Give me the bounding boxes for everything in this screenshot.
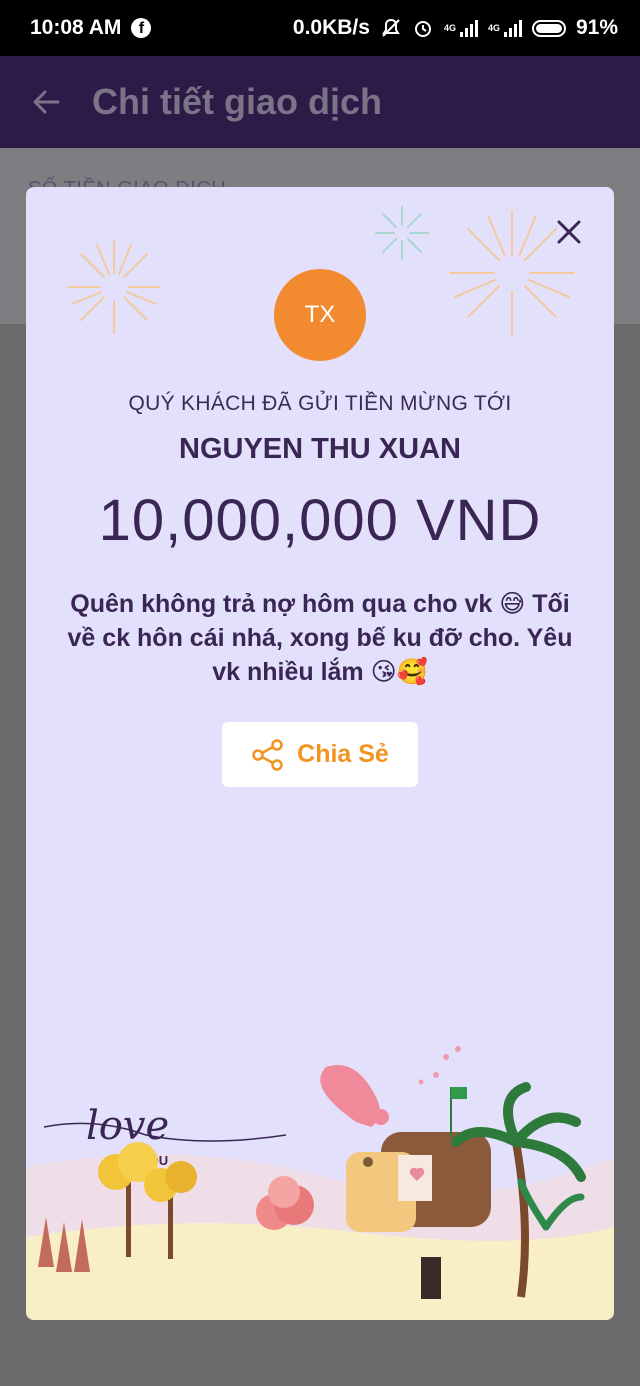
share-button-label: Chia Sẻ	[297, 740, 389, 768]
network-type-2: 4G	[487, 23, 500, 33]
love-illustration: love YOU	[26, 1046, 614, 1320]
close-icon[interactable]	[554, 217, 584, 247]
page-title: Chi tiết giao dịch	[92, 81, 383, 122]
share-button[interactable]: Chia Sẻ	[222, 722, 418, 787]
sent-label: QUÝ KHÁCH ĐÃ GỬI TIỀN MỪNG TỚI	[128, 392, 512, 415]
network-speed: 0.0KB/s	[292, 16, 370, 39]
love-text: love	[86, 1103, 169, 1149]
firework-small-decoration	[375, 206, 429, 260]
status-bar: 10:08 AM f 0.0KB/s 4G 4G 91%	[0, 0, 640, 56]
signal-icon-1	[459, 19, 478, 37]
share-icon	[252, 738, 283, 771]
back-arrow-icon[interactable]	[30, 86, 62, 118]
transfer-amount: 10,000,000 VND	[98, 488, 542, 553]
gift-money-modal: TX QUÝ KHÁCH ĐÃ GỬI TIỀN MỪNG TỚI NGUYEN…	[26, 187, 614, 1320]
battery-icon	[531, 19, 566, 37]
status-bar-left: 10:08 AM f	[30, 16, 152, 40]
mute-icon	[382, 18, 400, 37]
facebook-notification-icon: f	[131, 18, 152, 38]
app-bar: Chi tiết giao dịch	[0, 56, 640, 148]
avatar: TX	[274, 269, 366, 361]
transfer-message: Quên không trả nợ hôm qua cho vk 😅 Tối v…	[67, 590, 573, 686]
status-time: 10:08 AM	[30, 16, 122, 39]
recipient-name: NGUYEN THU XUAN	[179, 433, 461, 465]
signal-icon-2	[503, 19, 522, 37]
battery-percent: 91%	[575, 16, 618, 39]
status-bar-right: 0.0KB/s 4G 4G 91%	[293, 16, 618, 40]
alarm-icon	[414, 21, 431, 37]
network-type-1: 4G	[443, 23, 456, 33]
firework-left-decoration	[67, 240, 161, 334]
